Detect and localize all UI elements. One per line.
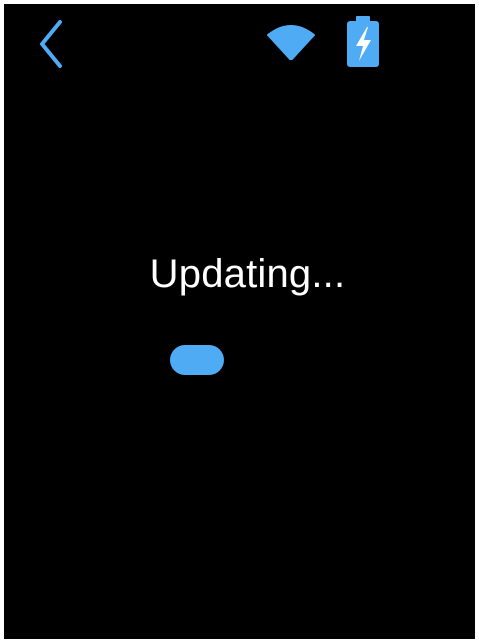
update-screen: Updating... <box>4 4 475 639</box>
progress-pill <box>170 345 224 375</box>
progress-indicator <box>170 345 310 375</box>
updating-label: Updating... <box>149 252 346 296</box>
device-screen: Updating... <box>4 4 475 639</box>
